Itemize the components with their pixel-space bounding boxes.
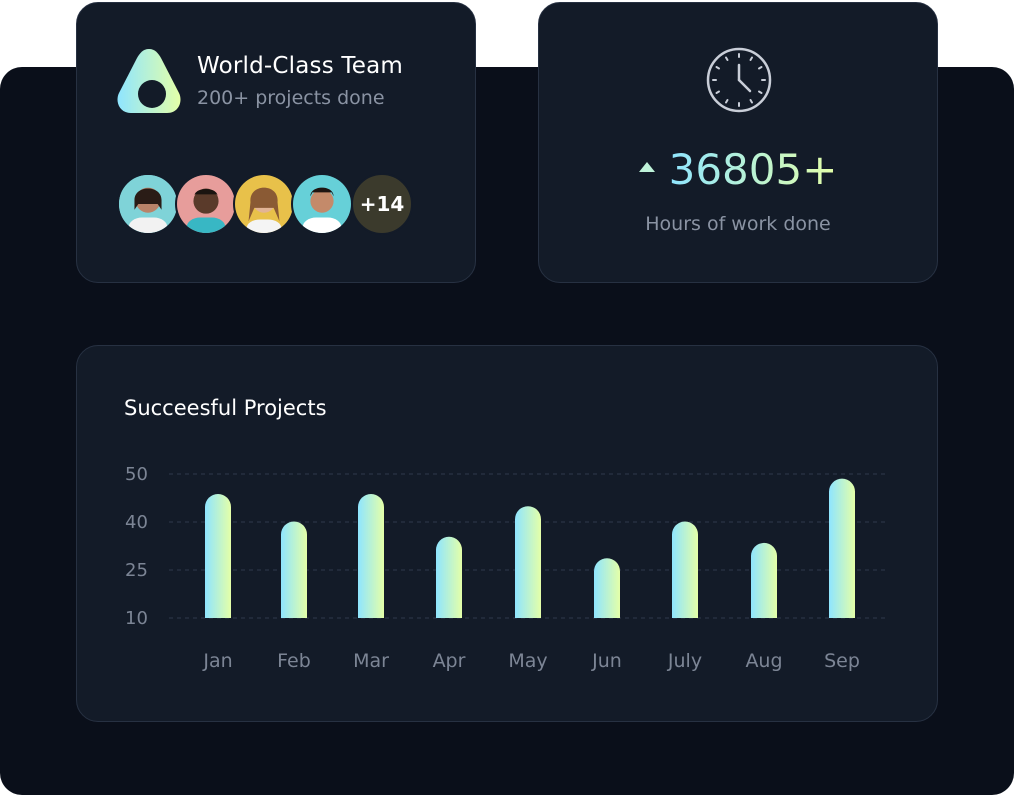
avatar[interactable]: [233, 173, 295, 235]
bar-base: [436, 605, 462, 618]
x-tick-label: Aug: [745, 650, 782, 672]
avatar[interactable]: [291, 173, 353, 235]
bar-base: [594, 605, 620, 618]
x-tick-label: Jan: [202, 650, 232, 672]
bar-sep[interactable]: [829, 478, 855, 618]
y-tick-label: 40: [125, 512, 148, 533]
bar-base: [281, 605, 307, 618]
bar-mar[interactable]: [358, 493, 384, 618]
x-tick-label: May: [508, 650, 547, 672]
avatar[interactable]: [175, 173, 237, 235]
x-tick-label: July: [667, 650, 702, 672]
x-tick-label: Sep: [824, 650, 860, 672]
clock-icon: [706, 47, 772, 113]
avatar[interactable]: [117, 173, 179, 235]
hours-value: 36805+: [668, 145, 838, 194]
x-tick-label: Jun: [591, 650, 622, 672]
bar-chart: 50 40 25 10 Jan Feb Mar Apr May Jun July Aug Sep: [125, 464, 889, 672]
team-card: World-Class Team 200+ projects done +14: [76, 2, 476, 283]
bar-july[interactable]: [672, 521, 698, 619]
bar-jan[interactable]: [205, 493, 231, 618]
bar-base: [358, 605, 384, 618]
bar-base: [205, 605, 231, 618]
team-title: World-Class Team: [197, 53, 404, 79]
team-subtitle: 200+ projects done: [197, 87, 385, 109]
trend-up-icon: [638, 161, 655, 172]
bar-base: [751, 605, 777, 618]
bar-base: [829, 605, 855, 618]
y-tick-label: 50: [125, 464, 148, 485]
bar-base: [515, 605, 541, 618]
bar-base: [672, 605, 698, 618]
more-avatars-badge[interactable]: +14: [351, 173, 413, 235]
logo-icon: [117, 49, 181, 113]
x-tick-label: Mar: [353, 650, 389, 672]
y-tick-label: 10: [125, 608, 148, 629]
chart-card: Succeesful Projects 50 40 25 10 Jan Feb Mar Apr…: [76, 345, 938, 722]
y-tick-label: 25: [125, 560, 148, 581]
x-tick-label: Feb: [277, 650, 311, 672]
hours-card: 36805+ Hours of work done: [538, 2, 938, 283]
x-tick-label: Apr: [433, 650, 466, 672]
bar-feb[interactable]: [281, 521, 307, 619]
hours-label: Hours of work done: [645, 213, 831, 235]
bar-may[interactable]: [515, 506, 541, 618]
